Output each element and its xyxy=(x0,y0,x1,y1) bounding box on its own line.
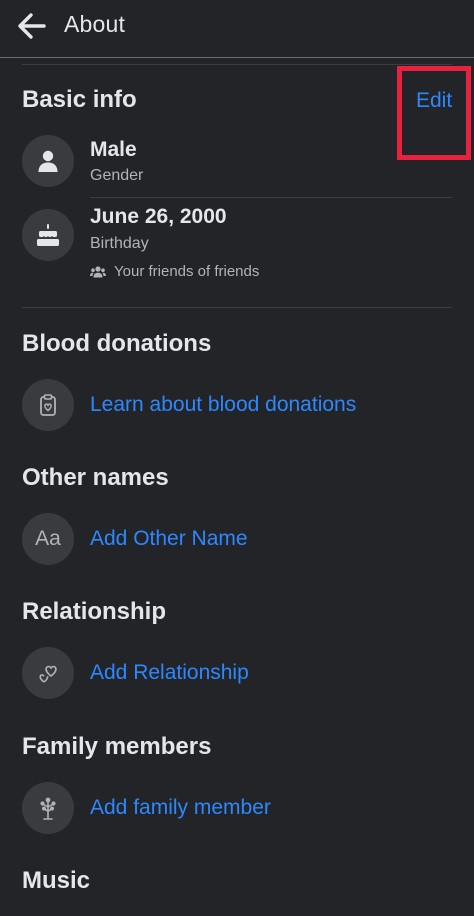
clipboard-heart-icon xyxy=(40,394,56,416)
family-members-icon-circle xyxy=(22,782,74,834)
add-relationship-link[interactable]: Add Relationship xyxy=(90,661,249,685)
birthday-audience[interactable]: Your friends of friends xyxy=(90,263,259,280)
gender-icon-circle xyxy=(22,135,74,187)
friends-icon xyxy=(90,265,106,277)
audience-label: Your friends of friends xyxy=(114,263,260,280)
blood-donations-icon-circle xyxy=(22,379,74,431)
person-icon xyxy=(38,150,58,172)
highlight-box xyxy=(397,66,471,160)
basic-info-inner-divider xyxy=(90,197,452,198)
add-family-member-link[interactable]: Add family member xyxy=(90,796,271,820)
other-names-icon-circle: Aa xyxy=(22,513,74,565)
back-arrow-icon[interactable] xyxy=(14,8,50,44)
gender-value: Male xyxy=(90,138,137,161)
about-page: About Basic info Edit Male Gender June 2… xyxy=(0,0,474,916)
add-other-name-link[interactable]: Add Other Name xyxy=(90,527,248,551)
app-header: About xyxy=(0,0,474,56)
music-heading: Music xyxy=(22,867,91,894)
birthday-label: Birthday xyxy=(90,235,149,252)
header-divider xyxy=(0,57,474,58)
hearts-icon xyxy=(39,665,57,683)
relationship-heading: Relationship xyxy=(22,598,167,625)
learn-blood-donations-link[interactable]: Learn about blood donations xyxy=(90,393,356,417)
family-tree-icon xyxy=(40,797,56,820)
page-title: About xyxy=(64,11,126,37)
basic-info-heading: Basic info xyxy=(22,86,137,113)
gender-label: Gender xyxy=(90,167,144,184)
birthday-value: June 26, 2000 xyxy=(90,205,227,228)
top-divider xyxy=(22,64,452,65)
other-names-heading: Other names xyxy=(22,464,169,491)
cake-icon xyxy=(37,224,59,246)
birthday-icon-circle xyxy=(22,209,74,261)
family-members-heading: Family members xyxy=(22,733,212,760)
blood-donations-heading: Blood donations xyxy=(22,330,212,357)
section-divider xyxy=(22,307,452,308)
relationship-icon-circle xyxy=(22,647,74,699)
text-aa-icon: Aa xyxy=(35,527,61,550)
